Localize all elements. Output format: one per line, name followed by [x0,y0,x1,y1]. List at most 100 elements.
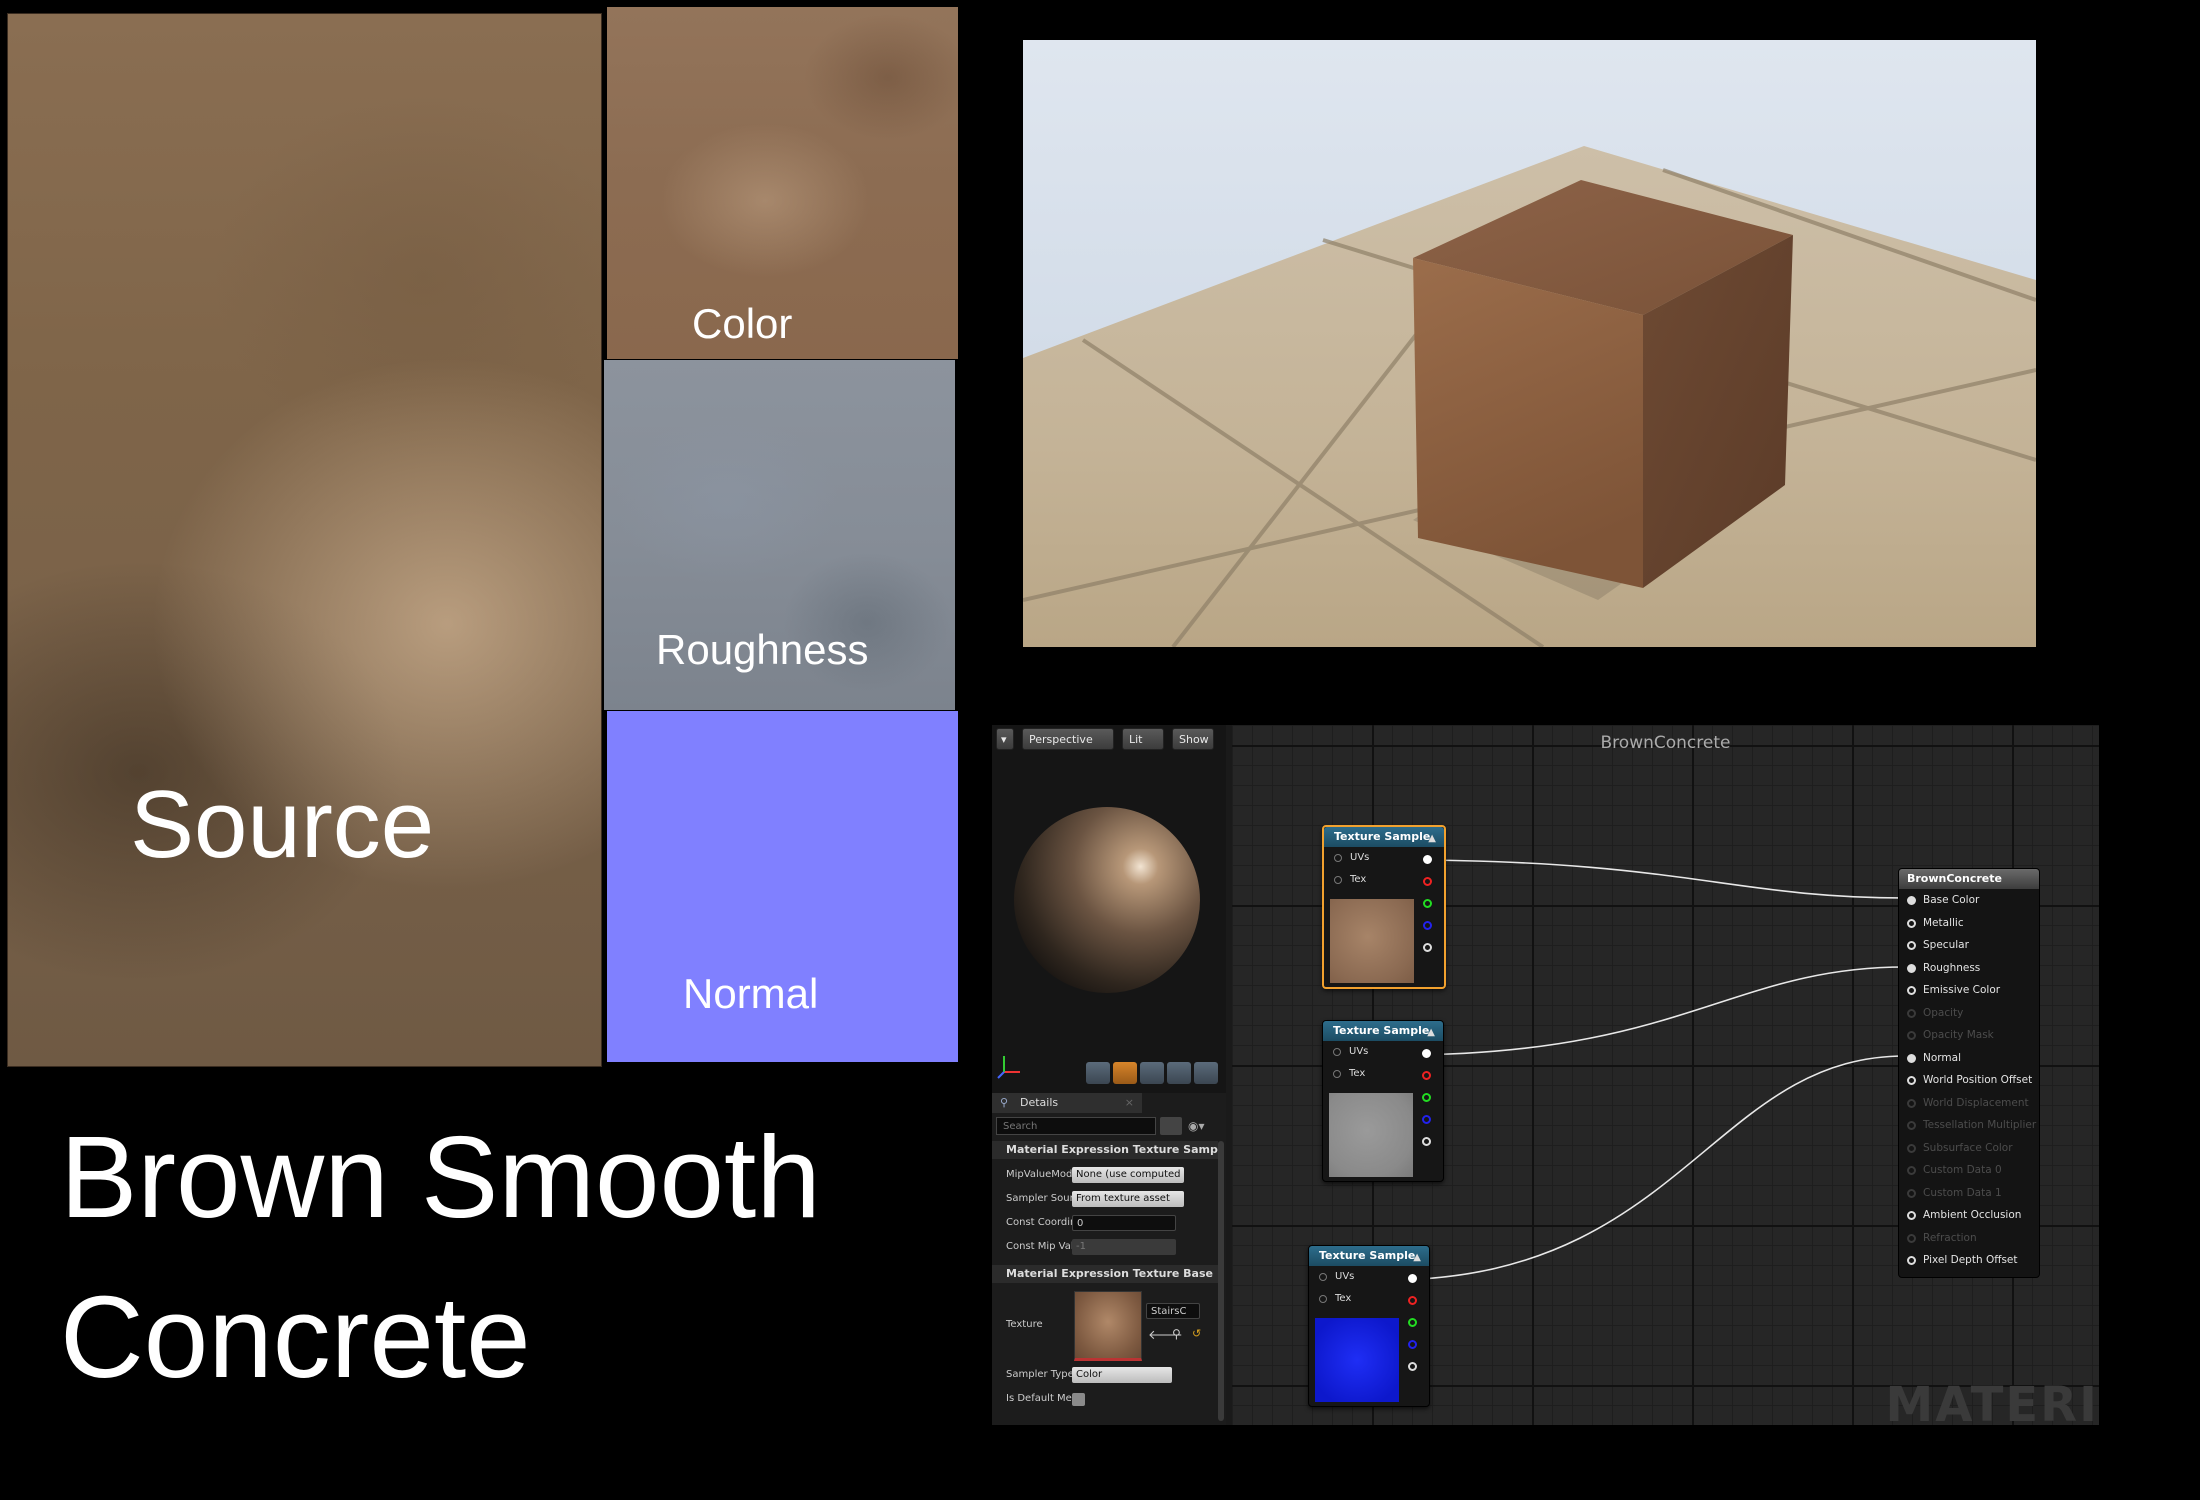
section-texture-base[interactable]: Material Expression Texture Base [992,1265,1218,1283]
result-pin-opacity[interactable]: Opacity [1899,1002,2039,1025]
pin-dot[interactable] [1907,918,1916,928]
uvs-label: UVs [1349,1046,1369,1057]
pin-dot[interactable] [1907,941,1916,950]
pin-dot[interactable] [1907,1076,1916,1085]
result-pin-world-position-offset[interactable]: World Position Offset [1899,1069,2039,1092]
result-pin-subsurface-color[interactable]: Subsurface Color [1899,1137,2039,1160]
sampler-type-dropdown[interactable]: Color [1072,1367,1172,1383]
pin-dot[interactable] [1907,986,1916,995]
result-pin-metallic[interactable]: Metallic [1899,912,2039,935]
result-pin-roughness[interactable]: Roughness [1899,957,2039,980]
pin-dot[interactable] [1907,896,1916,905]
plane-shape-icon[interactable] [1140,1062,1164,1084]
const-mip-value-input[interactable]: -1 [1072,1239,1176,1255]
grid-view-icon[interactable] [1160,1117,1182,1135]
sphere-shape-icon[interactable] [1113,1062,1137,1084]
collapse-icon[interactable]: ▲ [1427,1023,1435,1043]
output-a-pin[interactable] [1423,943,1432,952]
result-pin-ambient-occlusion[interactable]: Ambient Occlusion [1899,1204,2039,1227]
output-a-pin[interactable] [1408,1362,1417,1371]
texture-asset-dropdown[interactable]: StairsC [1146,1303,1200,1319]
result-pin-world-displacement[interactable]: World Displacement [1899,1092,2039,1115]
result-node-title: BrownConcrete [1899,869,2039,889]
perspective-button[interactable]: Perspective [1022,728,1114,750]
output-rgb-pin[interactable] [1408,1274,1417,1283]
result-pin-base-color[interactable]: Base Color [1899,889,2039,912]
pin-dot[interactable] [1907,1233,1916,1243]
pin-dot[interactable] [1907,1256,1916,1265]
material-graph[interactable]: BrownConcrete Texture Sample ▲ UVs Tex Te… [1232,725,2099,1425]
lit-button[interactable]: Lit [1122,728,1164,750]
const-coordinate-input[interactable]: 0 [1072,1215,1176,1231]
result-pin-pixel-depth-offset[interactable]: Pixel Depth Offset [1899,1249,2039,1272]
sampler-source-dropdown[interactable]: From texture asset [1072,1191,1184,1207]
preview-sphere[interactable] [1012,805,1202,995]
cube-shape-icon[interactable] [1167,1062,1191,1084]
texture-thumbnail[interactable] [1074,1291,1142,1361]
output-a-pin[interactable] [1422,1137,1431,1146]
details-tab[interactable]: ⚲ Details × [992,1093,1142,1113]
result-pin-tessellation-multiplier[interactable]: Tessellation Multiplier [1899,1114,2039,1137]
pin-dot[interactable] [1907,1188,1916,1198]
output-rgb-pin[interactable] [1422,1049,1431,1058]
result-pin-custom-data-0[interactable]: Custom Data 0 [1899,1159,2039,1182]
output-b-pin[interactable] [1423,921,1432,930]
color-preview-thumbnail [1330,899,1414,983]
node-title: Texture Sample [1334,830,1431,843]
texture-sample-node-roughness[interactable]: Texture Sample ▲ UVs Tex [1322,1020,1444,1182]
close-icon[interactable]: × [1125,1093,1134,1113]
section-texture-sample[interactable]: Material Expression Texture Sample [992,1141,1218,1159]
result-pin-refraction[interactable]: Refraction [1899,1227,2039,1250]
teapot-shape-icon[interactable] [1194,1062,1218,1084]
texture-sample-node-color[interactable]: Texture Sample ▲ UVs Tex [1322,825,1446,989]
details-tab-label: Details [1020,1096,1059,1109]
viewport-options-button[interactable]: ▾ [996,728,1014,750]
pin-label: World Displacement [1923,1096,2029,1109]
output-rgb-pin[interactable] [1423,855,1432,864]
pin-dot[interactable] [1907,1053,1916,1063]
eye-icon[interactable]: ◉▾ [1188,1117,1218,1135]
output-g-pin[interactable] [1408,1318,1417,1327]
is-default-checkbox[interactable] [1072,1393,1085,1406]
result-pin-normal[interactable]: Normal [1899,1047,2039,1070]
cube-front [1413,258,1643,588]
collapse-icon[interactable]: ▲ [1413,1248,1421,1268]
output-b-pin[interactable] [1422,1115,1431,1124]
material-result-node[interactable]: BrownConcrete Base Color Metallic Specular… [1898,868,2040,1278]
mipvaluemode-label: MipValueMode [1006,1169,1072,1180]
details-search-input[interactable]: Search [996,1117,1156,1135]
output-r-pin[interactable] [1422,1071,1431,1080]
collapse-icon[interactable]: ▲ [1428,829,1436,849]
cylinder-shape-icon[interactable] [1086,1062,1110,1084]
result-pin-emissive-color[interactable]: Emissive Color [1899,979,2039,1002]
mipvaluemode-value: None (use computed mip level) [1076,1169,1184,1180]
output-r-pin[interactable] [1408,1296,1417,1305]
output-g-pin[interactable] [1423,899,1432,908]
pin-dot[interactable] [1907,1031,1916,1040]
material-watermark: MATERI [1885,1377,2099,1425]
pin-dot[interactable] [1907,1143,1916,1153]
mipvaluemode-dropdown[interactable]: None (use computed mip level) [1072,1167,1184,1183]
result-pin-custom-data-1[interactable]: Custom Data 1 [1899,1182,2039,1205]
wire-basecolor [1399,859,1906,899]
texture-sample-node-normal[interactable]: Texture Sample ▲ UVs Tex [1308,1245,1430,1407]
output-r-pin[interactable] [1423,877,1432,886]
pin-dot[interactable] [1907,963,1916,973]
result-pin-specular[interactable]: Specular [1899,934,2039,957]
details-scrollbar[interactable] [1218,1141,1224,1421]
section-texture-sample-label: Material Expression Texture Sample [1006,1143,1218,1156]
pin-dot[interactable] [1907,1121,1916,1130]
output-b-pin[interactable] [1408,1340,1417,1349]
browse-icon[interactable]: ⚲ [1172,1327,1181,1341]
output-g-pin[interactable] [1422,1093,1431,1102]
pin-dot[interactable] [1907,1211,1916,1220]
reset-icon[interactable]: ↺ [1192,1327,1201,1340]
pin-dot[interactable] [1907,1166,1916,1175]
result-pin-opacity-mask[interactable]: Opacity Mask [1899,1024,2039,1047]
pin-dot[interactable] [1907,1008,1916,1018]
show-button[interactable]: Show [1172,728,1214,750]
color-label: Color [692,300,793,347]
pin-dot[interactable] [1907,1098,1916,1108]
is-default-label: Is Default Meshpaint Texture [1006,1393,1072,1404]
perspective-label: Perspective [1029,733,1093,746]
